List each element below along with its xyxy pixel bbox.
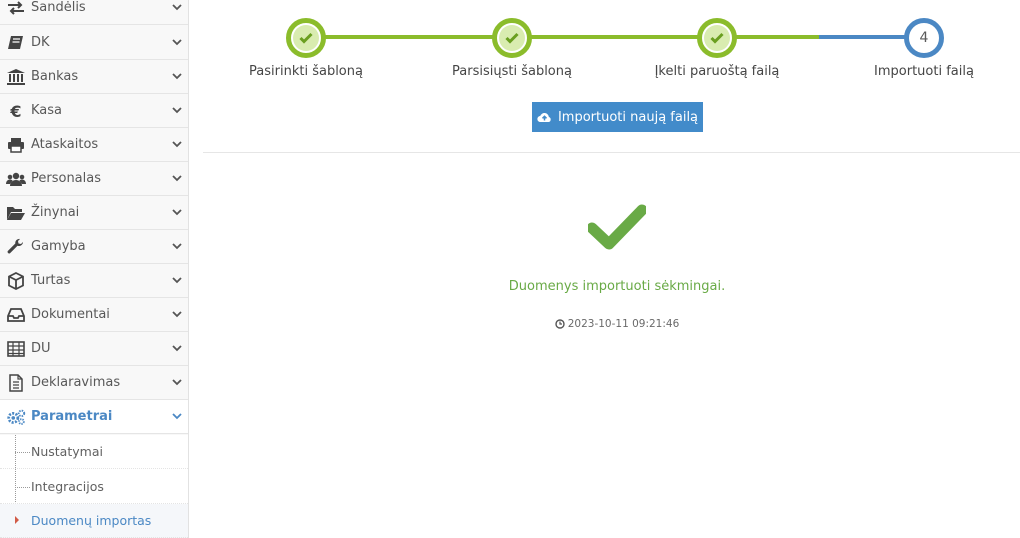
sidebar-item-label: Bankas: [31, 69, 79, 84]
sidebar-item-label: DK: [31, 35, 50, 50]
bank-icon: [6, 67, 26, 87]
step-number: 4: [919, 30, 929, 46]
cloud-upload-icon: [537, 113, 551, 123]
wizard-steps: Pasirinkti šabloną Parsisiųsti šabloną Į…: [203, 0, 1020, 100]
chevron-down-icon: [172, 107, 182, 114]
cube-icon: [6, 271, 26, 291]
sidebar-item-label: Turtas: [31, 273, 71, 288]
sidebar-item-dokumentai[interactable]: Dokumentai: [0, 298, 188, 332]
sidebar-item-label: Žinynai: [31, 205, 80, 220]
import-new-file-button[interactable]: Importuoti naują failą: [532, 102, 703, 132]
sidebar-item-zinynai[interactable]: Žinynai: [0, 196, 188, 230]
sidebar-item-ataskaitos[interactable]: Ataskaitos: [0, 128, 188, 162]
clock-icon: [555, 319, 565, 329]
check-icon: [505, 32, 519, 44]
success-message: Duomenys importuoti sėkmingai.: [508, 279, 726, 294]
wrench-icon: [6, 237, 26, 257]
sidebar-item-dk[interactable]: DK: [0, 26, 188, 60]
sidebar-item-personalas[interactable]: Personalas: [0, 162, 188, 196]
sidebar-subitem-nustatymai[interactable]: Nustatymai: [0, 435, 188, 469]
tree-connector: [15, 487, 30, 488]
sidebar-subitem-duomenu-importas[interactable]: Duomenų importas: [0, 504, 188, 538]
chevron-down-icon: [172, 345, 182, 352]
step-3-label: Įkelti paruoštą failą: [654, 64, 780, 79]
sidebar-item-label: Sandėlis: [31, 0, 86, 15]
sidebar-subitem-label: Integracijos: [31, 479, 104, 494]
divider: [203, 152, 1020, 153]
chevron-down-icon: [172, 175, 182, 182]
sidebar-item-kasa[interactable]: € Kasa: [0, 94, 188, 128]
cogs-icon: [6, 407, 26, 427]
sidebar: Sandėlis DK Bankas € Kasa Ataskaitos Per…: [0, 0, 189, 538]
chevron-down-icon: [172, 141, 182, 148]
step-connector: [306, 35, 513, 39]
import-timestamp: 2023-10-11 09:21:46: [517, 318, 717, 330]
step-connector: [513, 35, 717, 39]
table-icon: [6, 339, 26, 359]
sidebar-item-deklaravimas[interactable]: Deklaravimas: [0, 366, 188, 400]
file-text-icon: [6, 373, 26, 393]
chevron-down-icon: [172, 73, 182, 80]
euro-icon: €: [10, 101, 22, 121]
step-1-circle: [286, 18, 326, 58]
sidebar-item-gamyba[interactable]: Gamyba: [0, 230, 188, 264]
check-icon: [710, 32, 724, 44]
chevron-down-icon: [172, 209, 182, 216]
caret-right-icon: [15, 516, 19, 524]
sidebar-item-du[interactable]: DU: [0, 332, 188, 366]
print-icon: [6, 135, 26, 155]
sidebar-item-label: Kasa: [31, 103, 63, 118]
chevron-down-icon: [172, 413, 182, 420]
sidebar-item-label: Gamyba: [31, 239, 86, 254]
chevron-down-icon: [172, 243, 182, 250]
sidebar-subitem-integracijos[interactable]: Integracijos: [0, 470, 188, 504]
step-1-label: Pasirinkti šabloną: [249, 64, 363, 79]
sidebar-item-bankas[interactable]: Bankas: [0, 60, 188, 94]
timestamp-value: 2023-10-11 09:21:46: [567, 318, 680, 330]
sidebar-subitem-label: Duomenų importas: [31, 513, 152, 528]
step-2-label: Parsisiųsti šabloną: [452, 64, 572, 79]
sidebar-item-sandelis[interactable]: Sandėlis: [0, 0, 188, 25]
sidebar-item-label: Deklaravimas: [31, 375, 121, 390]
step-3-circle: [697, 18, 737, 58]
book-icon: [6, 33, 26, 53]
users-icon: [6, 169, 26, 189]
sidebar-item-label: Dokumentai: [31, 307, 110, 322]
chevron-down-icon: [172, 311, 182, 318]
sidebar-item-label: Ataskaitos: [31, 137, 99, 152]
step-4-circle: 4: [904, 18, 944, 58]
sidebar-item-label: Parametrai: [31, 409, 113, 424]
chevron-down-icon: [172, 39, 182, 46]
chevron-down-icon: [172, 277, 182, 284]
folder-open-icon: [6, 203, 26, 223]
chevron-down-icon: [172, 4, 182, 11]
sidebar-item-parametrai[interactable]: Parametrai: [0, 400, 188, 434]
sidebar-subitem-label: Nustatymai: [31, 444, 103, 459]
import-new-file-label: Importuoti naują failą: [557, 109, 699, 125]
sidebar-item-label: DU: [31, 341, 51, 356]
inbox-icon: [6, 305, 26, 325]
check-icon: [299, 32, 313, 44]
sidebar-item-turtas[interactable]: Turtas: [0, 264, 188, 298]
sidebar-item-label: Personalas: [31, 171, 102, 186]
step-2-circle: [492, 18, 532, 58]
success-check-icon: [588, 204, 646, 250]
step-4-label: Importuoti failą: [874, 64, 974, 79]
exchange-icon: [6, 0, 26, 18]
tree-connector: [15, 452, 30, 453]
chevron-down-icon: [172, 379, 182, 386]
